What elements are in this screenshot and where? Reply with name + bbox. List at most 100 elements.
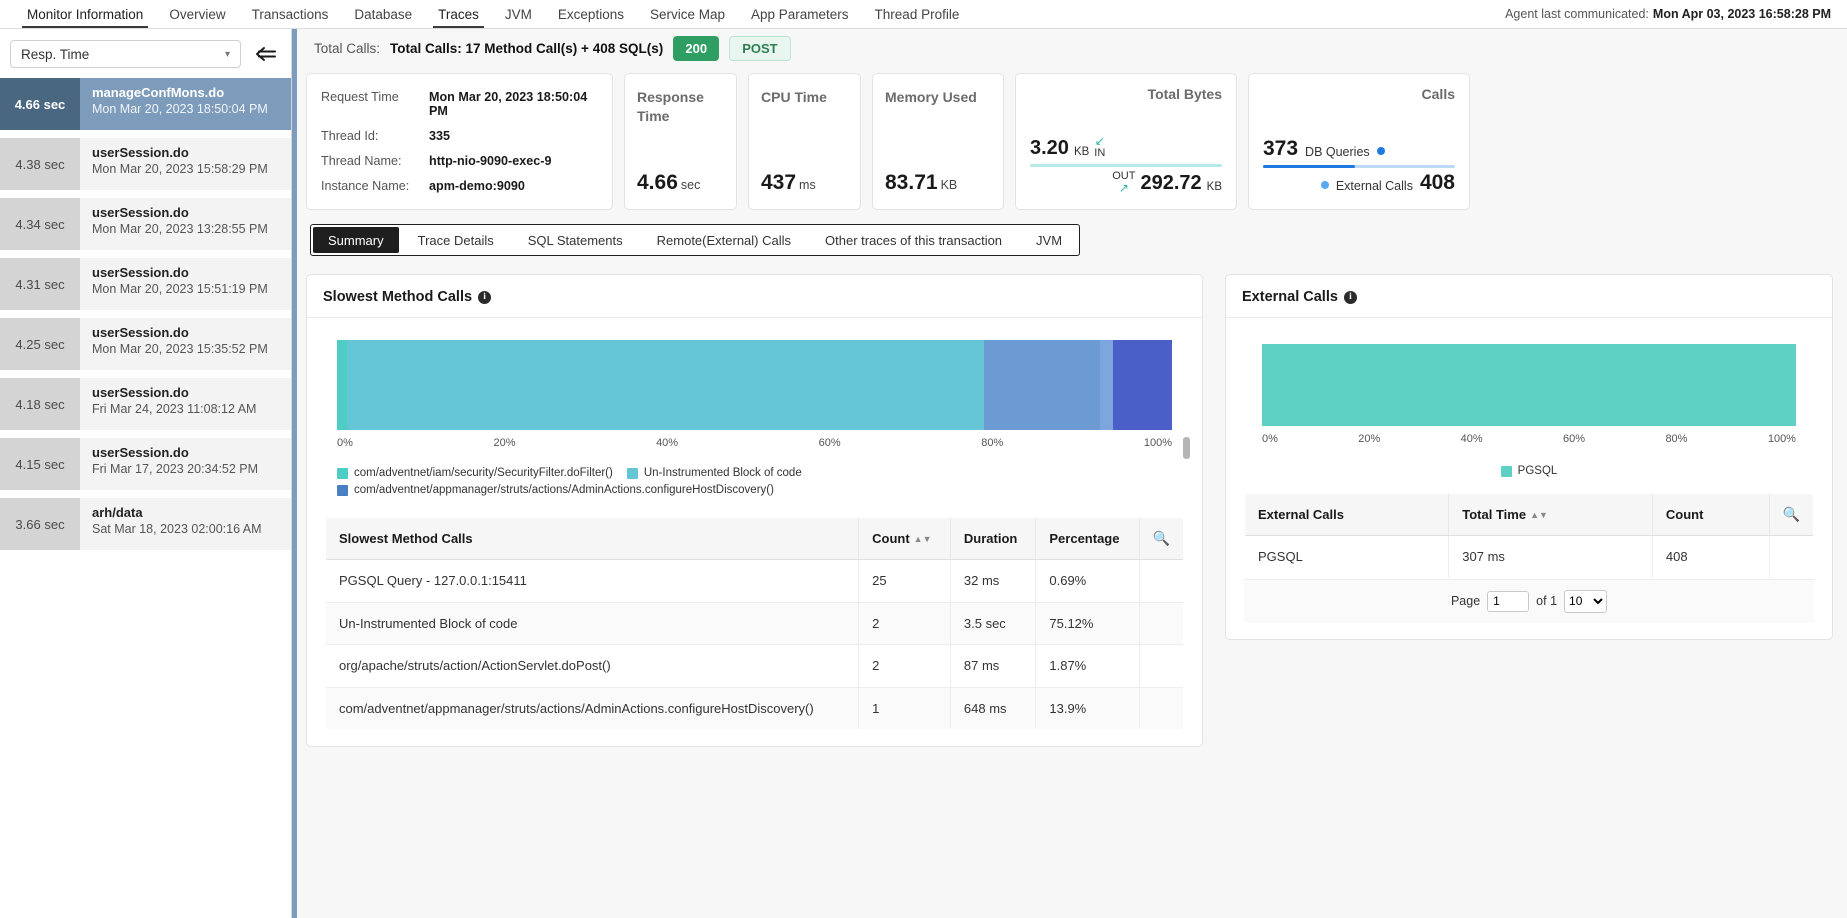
memory-used-number: 83.71 [885, 171, 938, 194]
cpu-time-unit: ms [799, 178, 816, 192]
nav-item-transactions[interactable]: Transactions [239, 0, 342, 28]
legend-scrollbar[interactable] [1183, 437, 1190, 459]
trace-name: userSession.do [92, 205, 283, 220]
trace-name: userSession.do [92, 385, 283, 400]
legend-item[interactable]: Un-Instrumented Block of code [627, 467, 802, 479]
slowest-col-count[interactable]: Count▲▼ [859, 518, 951, 560]
tab-jvm[interactable]: JVM [1019, 225, 1079, 255]
nav-item-exceptions[interactable]: Exceptions [545, 0, 637, 28]
trace-list-item[interactable]: 4.18 secuserSession.doFri Mar 24, 2023 1… [0, 378, 291, 430]
pager-page-size-select[interactable]: 102550100 [1564, 590, 1607, 613]
slowest-stacked-bar [337, 340, 1172, 430]
cell-percentage: 75.12% [1036, 602, 1139, 645]
memory-used-title: Memory Used [885, 88, 991, 107]
external-col-name: External Calls [1245, 494, 1449, 536]
bytes-in-unit: KB [1074, 146, 1089, 158]
agent-status-label: Agent last communicated: [1505, 7, 1649, 21]
sort-select[interactable]: Resp. Time ▾ [10, 40, 241, 68]
top-navigation-bar: Monitor InformationOverviewTransactionsD… [0, 0, 1847, 29]
chart-segment[interactable] [1100, 340, 1113, 430]
trace-list-item[interactable]: 4.34 secuserSession.doMon Mar 20, 2023 1… [0, 198, 291, 250]
tab-other-traces-of-this-transaction[interactable]: Other traces of this transaction [808, 225, 1019, 255]
chart-segment[interactable] [984, 340, 1100, 430]
chart-segment[interactable] [1113, 340, 1172, 430]
external-calls-label: External Calls [1336, 179, 1413, 193]
trace-sidebar: Resp. Time ▾ 4.66 secmanageConfMons.doMo… [0, 29, 292, 918]
detail-tabs[interactable]: SummaryTrace DetailsSQL StatementsRemote… [310, 224, 1080, 256]
legend-item[interactable]: PGSQL [1501, 465, 1558, 477]
trace-list-item[interactable]: 4.25 secuserSession.doMon Mar 20, 2023 1… [0, 318, 291, 370]
total-bytes-card: Total Bytes 3.20 KB ↙ IN OUT [1015, 73, 1237, 210]
trace-list[interactable]: 4.66 secmanageConfMons.doMon Mar 20, 202… [0, 78, 291, 918]
collapse-left-icon[interactable] [251, 41, 281, 67]
legend-swatch-icon [337, 485, 348, 496]
sort-select-value: Resp. Time [21, 47, 89, 62]
slowest-chart-legend: com/adventnet/iam/security/SecurityFilte… [307, 453, 1202, 517]
cell-count: 2 [859, 602, 951, 645]
slowest-chart: 0%20%40%60%80%100% [307, 318, 1202, 453]
external-table-header-row: External Calls Total Time▲▼ Count 🔍 [1245, 494, 1814, 536]
external-col-total-time-label: Total Time [1462, 507, 1526, 522]
cell-duration: 32 ms [950, 560, 1035, 603]
trace-list-item[interactable]: 4.38 secuserSession.doMon Mar 20, 2023 1… [0, 138, 291, 190]
total-calls-value: Total Calls: 17 Method Call(s) + 408 SQL… [390, 41, 663, 56]
cell-count: 25 [859, 560, 951, 603]
trace-list-item[interactable]: 4.15 secuserSession.doFri Mar 17, 2023 2… [0, 438, 291, 490]
nav-item-traces[interactable]: Traces [425, 0, 492, 28]
search-icon[interactable]: 🔍 [1783, 506, 1800, 522]
trace-duration: 4.66 sec [0, 78, 80, 130]
external-table-wrap: External Calls Total Time▲▼ Count 🔍 PGSQ… [1226, 493, 1832, 639]
legend-item[interactable]: com/adventnet/iam/security/SecurityFilte… [337, 467, 613, 479]
nav-item-monitor-information[interactable]: Monitor Information [14, 0, 156, 28]
info-icon[interactable]: i [478, 291, 491, 304]
trace-meta: userSession.doMon Mar 20, 2023 15:51:19 … [80, 258, 291, 310]
pager-page-input[interactable] [1487, 591, 1529, 612]
trace-list-item[interactable]: 4.66 secmanageConfMons.doMon Mar 20, 202… [0, 78, 291, 130]
nav-item-thread-profile[interactable]: Thread Profile [862, 0, 973, 28]
trace-list-item[interactable]: 4.31 secuserSession.doMon Mar 20, 2023 1… [0, 258, 291, 310]
total-calls-label: Total Calls: [314, 41, 380, 56]
request-value: http-nio-9090-exec-9 [429, 154, 598, 168]
legend-label: Un-Instrumented Block of code [644, 467, 802, 479]
external-panel-header: External Calls i [1226, 275, 1832, 318]
db-queries-value: 373 [1263, 137, 1298, 161]
nav-item-database[interactable]: Database [341, 0, 425, 28]
legend-item[interactable]: com/adventnet/appmanager/struts/actions/… [337, 484, 774, 496]
axis-tick-label: 80% [1665, 433, 1687, 445]
table-row[interactable]: Un-Instrumented Block of code23.5 sec75.… [326, 602, 1184, 645]
table-row[interactable]: org/apache/struts/action/ActionServlet.d… [326, 645, 1184, 688]
nav-item-service-map[interactable]: Service Map [637, 0, 738, 28]
arrow-up-right-icon: ↗ [1119, 182, 1129, 194]
trace-duration: 4.31 sec [0, 258, 80, 310]
tab-remote-external-calls[interactable]: Remote(External) Calls [640, 225, 808, 255]
axis-tick-label: 80% [981, 437, 1003, 449]
trace-list-item[interactable]: 3.66 secarh/dataSat Mar 18, 2023 02:00:1… [0, 498, 291, 550]
tab-trace-details[interactable]: Trace Details [401, 225, 511, 255]
nav-item-app-parameters[interactable]: App Parameters [738, 0, 862, 28]
calls-meter [1263, 165, 1455, 168]
cell-name: PGSQL Query - 127.0.0.1:15411 [326, 560, 859, 603]
cell-spacer [1139, 687, 1183, 730]
info-icon[interactable]: i [1344, 291, 1357, 304]
tab-sql-statements[interactable]: SQL Statements [511, 225, 640, 255]
external-col-total-time[interactable]: Total Time▲▼ [1449, 494, 1653, 536]
slowest-col-percentage-label: Percentage [1049, 531, 1119, 546]
slowest-col-name: Slowest Method Calls [326, 518, 859, 560]
table-row[interactable]: PGSQL307 ms408 [1245, 536, 1814, 579]
db-queries-label: DB Queries [1305, 145, 1370, 159]
nav-item-jvm[interactable]: JVM [492, 0, 545, 28]
external-calls-value: 408 [1420, 171, 1455, 195]
chart-segment[interactable] [337, 340, 347, 430]
axis-tick-label: 40% [1461, 433, 1483, 445]
table-row[interactable]: com/adventnet/appmanager/struts/actions/… [326, 687, 1184, 730]
table-row[interactable]: PGSQL Query - 127.0.0.1:154112532 ms0.69… [326, 560, 1184, 603]
tab-summary[interactable]: Summary [313, 227, 399, 253]
chart-segment[interactable] [347, 340, 984, 430]
nav-item-overview[interactable]: Overview [156, 0, 238, 28]
slowest-col-search: 🔍 [1139, 518, 1183, 560]
legend-row: com/adventnet/appmanager/struts/actions/… [337, 484, 1172, 496]
cell-count: 408 [1652, 536, 1769, 579]
search-icon[interactable]: 🔍 [1153, 530, 1170, 546]
pager-page-label: Page [1451, 594, 1480, 608]
main-content: Total Calls: Total Calls: 17 Method Call… [292, 29, 1847, 918]
